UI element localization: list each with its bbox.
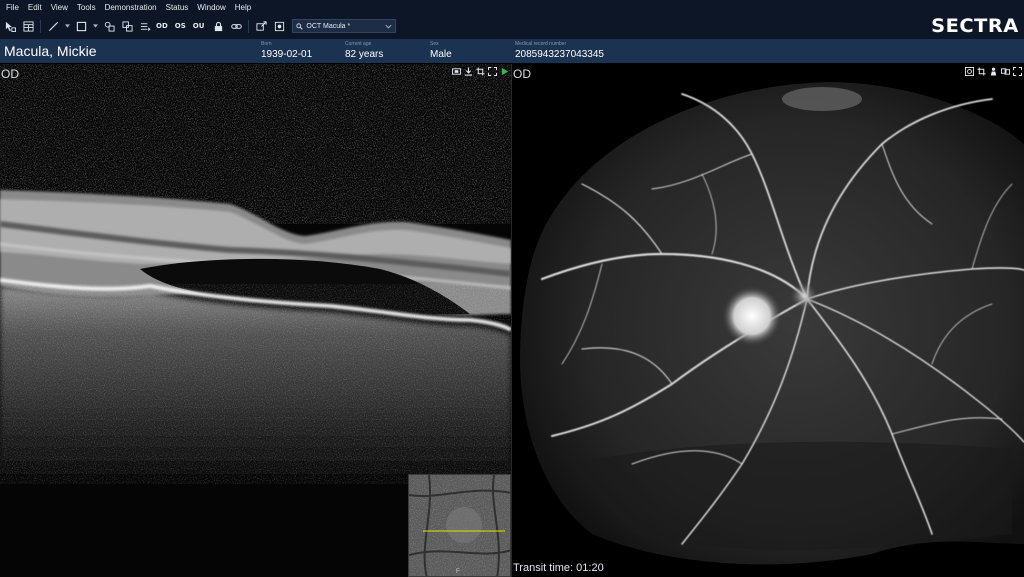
- compare-button[interactable]: [1000, 66, 1010, 76]
- filmstrip-icon: [451, 67, 461, 75]
- chain-link-button[interactable]: [229, 19, 243, 33]
- menu-edit[interactable]: Edit: [28, 0, 42, 16]
- eye-os-button[interactable]: OS: [175, 19, 186, 33]
- sex-value: Male: [430, 49, 452, 60]
- menu-bar: File Edit View Tools Demonstration Statu…: [0, 0, 260, 16]
- patient-born: Born 1939-02-01: [261, 41, 312, 61]
- protocol-dropdown-value: OCT Macula *: [306, 22, 351, 30]
- sync-icon: [121, 20, 133, 32]
- mrn-label: Medical record number: [515, 41, 567, 47]
- protocol-dropdown[interactable]: OCT Macula *: [292, 19, 397, 33]
- play-icon: [501, 67, 508, 75]
- fullscreen-icon: [1012, 66, 1022, 76]
- crop-button[interactable]: [976, 66, 986, 76]
- line-tool-button[interactable]: [46, 19, 60, 33]
- patient-sex: Sex Male: [430, 41, 452, 61]
- person-button[interactable]: [988, 66, 998, 76]
- snapshot-button[interactable]: [964, 66, 974, 76]
- export-button[interactable]: [254, 19, 268, 33]
- settings-icon: [274, 21, 284, 31]
- chevron-down-icon: [64, 24, 70, 28]
- crop-icon: [976, 66, 986, 76]
- download-button[interactable]: [463, 66, 473, 76]
- menu-tools[interactable]: Tools: [77, 0, 96, 16]
- sex-label: Sex: [430, 41, 439, 47]
- settings-button[interactable]: [272, 19, 286, 33]
- crop-button[interactable]: [475, 66, 485, 76]
- menu-demonstration[interactable]: Demonstration: [105, 0, 157, 16]
- stack-button[interactable]: [138, 19, 152, 33]
- toolbar: OD OS OU OCT Macula *: [0, 16, 1024, 36]
- patient-header: Macula, Mickie Born 1939-02-01 Current a…: [0, 39, 1024, 63]
- select-tool-button[interactable]: [3, 19, 17, 33]
- fundus-thumbnail-image: [409, 475, 510, 576]
- lock-icon: [214, 21, 223, 31]
- rectangle-tool-icon: [76, 21, 86, 31]
- transit-time-readout: Transit time: 01:20: [513, 562, 604, 574]
- left-viewport-tools: [449, 66, 509, 76]
- filmstrip-button[interactable]: [451, 66, 461, 76]
- chevron-down-icon: [92, 24, 98, 28]
- menu-file[interactable]: File: [6, 0, 19, 16]
- snapshot-icon: [964, 66, 974, 76]
- sectra-logo: SECTRA: [931, 15, 1019, 37]
- line-tool-icon: [48, 21, 58, 31]
- export-icon: [256, 20, 267, 31]
- crop-icon: [475, 66, 485, 76]
- age-value: 82 years: [345, 49, 384, 60]
- angiography-viewport[interactable]: OD Transit time: 01:20: [512, 64, 1024, 577]
- rectangle-tool-dropdown[interactable]: [92, 19, 98, 33]
- toolbar-separator: [40, 19, 41, 33]
- chain-link-icon: [231, 23, 242, 29]
- menu-help[interactable]: Help: [235, 0, 251, 16]
- age-label: Current age: [345, 41, 372, 47]
- left-eye-label: OD: [1, 67, 19, 81]
- born-label: Born: [261, 41, 272, 47]
- fundus-thumbnail-navigator[interactable]: F: [408, 474, 511, 577]
- patient-name: Macula, Mickie: [4, 43, 97, 59]
- fullscreen-icon: [487, 66, 497, 76]
- toolbar-separator: [248, 19, 250, 33]
- link-series-icon: [104, 21, 115, 32]
- search-icon: [296, 22, 304, 30]
- download-icon: [464, 66, 472, 76]
- select-icon: [5, 21, 16, 32]
- eye-od-button[interactable]: OD: [156, 19, 168, 33]
- patient-age: Current age 82 years: [345, 41, 383, 61]
- oct-bscan-viewport[interactable]: OD F: [0, 64, 511, 577]
- link-series-button[interactable]: [102, 19, 116, 33]
- menu-status[interactable]: Status: [166, 0, 189, 16]
- play-button[interactable]: [499, 66, 509, 76]
- stack-icon: [140, 22, 151, 31]
- fullscreen-button[interactable]: [1012, 66, 1022, 76]
- line-tool-dropdown[interactable]: [64, 19, 70, 33]
- right-viewport-tools: [962, 66, 1022, 76]
- lock-button[interactable]: [211, 19, 225, 33]
- born-value: 1939-02-01: [261, 49, 313, 60]
- person-icon: [990, 67, 996, 76]
- chevron-down-icon: [385, 24, 392, 29]
- eye-ou-button[interactable]: OU: [193, 19, 205, 33]
- mrn-value: 2085943237043345: [515, 49, 604, 60]
- patient-mrn: Medical record number 2085943237043345: [515, 41, 604, 61]
- rectangle-tool-button[interactable]: [74, 19, 88, 33]
- sync-button[interactable]: [120, 19, 134, 33]
- fullscreen-button[interactable]: [487, 66, 497, 76]
- right-eye-label: OD: [513, 67, 531, 81]
- layout-button[interactable]: [21, 19, 35, 33]
- compare-icon: [1000, 67, 1010, 75]
- layout-icon: [22, 20, 34, 32]
- thumbnail-letter: F: [456, 569, 460, 575]
- menu-view[interactable]: View: [51, 0, 68, 16]
- fluorescein-angiogram-image: [512, 64, 1024, 577]
- app-title-bar: File Edit View Tools Demonstration Statu…: [0, 0, 1024, 39]
- menu-window[interactable]: Window: [197, 0, 225, 16]
